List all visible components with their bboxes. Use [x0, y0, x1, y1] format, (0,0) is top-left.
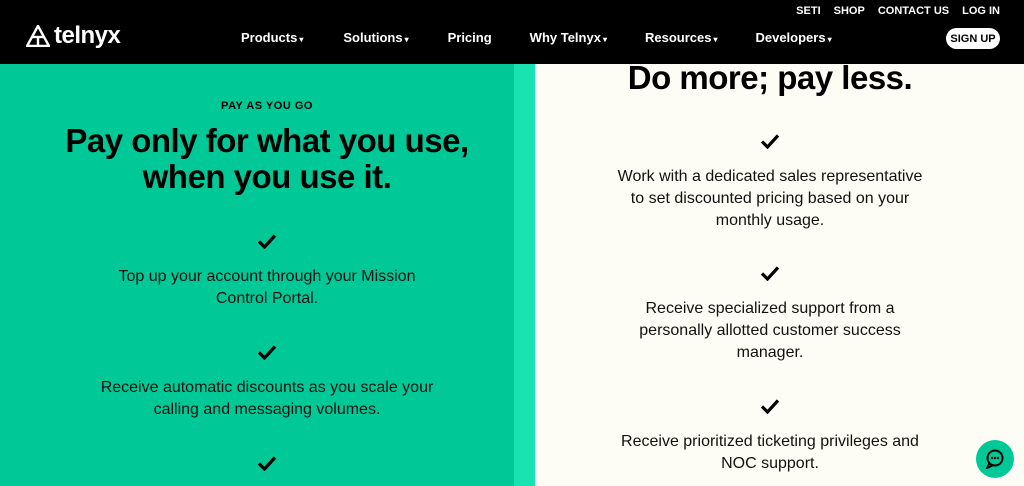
nav-solutions-label: Solutions: [343, 30, 403, 45]
chevron-down-icon: ▾: [713, 34, 718, 44]
util-link-contact-us[interactable]: CONTACT US: [878, 5, 949, 17]
left-feature-2-line-1: Receive automatic discounts as you scale…: [100, 379, 434, 396]
util-link-shop[interactable]: SHOP: [834, 5, 865, 17]
check-icon: [760, 399, 780, 414]
check-icon: [257, 456, 277, 471]
left-title-line-2: when you use it.: [142, 158, 392, 195]
left-title: Pay only for what you use, when you use …: [0, 123, 534, 195]
utility-nav: SETI SHOP CONTACT US LOG IN: [796, 5, 1000, 17]
left-title-line-1: Pay only for what you use,: [65, 122, 469, 159]
main-nav: Products ▾ Solutions ▾ Pricing Why Telny…: [241, 30, 832, 45]
telnyx-logo-icon: [26, 25, 50, 47]
site-header: telnyx SETI SHOP CONTACT US LOG IN Produ…: [0, 0, 1024, 64]
check-icon: [760, 266, 780, 281]
left-feature-1-line-1: Top up your account through your Mission: [118, 268, 416, 285]
chevron-down-icon: ▾: [602, 34, 607, 44]
chevron-down-icon: ▾: [299, 34, 304, 44]
check-icon: [257, 345, 277, 360]
left-feature-1: Top up your account through your Mission…: [80, 266, 454, 310]
sign-up-button[interactable]: SIGN UP: [946, 28, 1000, 49]
nav-products[interactable]: Products ▾: [241, 30, 303, 45]
chat-icon: [986, 449, 1004, 469]
right-feature-2-line-1: Receive specialized support from a: [645, 300, 895, 317]
right-feature-1-line-2: to set discounted pricing based on your: [630, 190, 910, 207]
util-link-seti[interactable]: SETI: [796, 5, 820, 17]
nav-pricing-label: Pricing: [447, 30, 492, 45]
nav-resources-label: Resources: [644, 30, 712, 45]
chat-button[interactable]: [976, 440, 1014, 478]
nav-products-label: Products: [241, 30, 298, 45]
nav-why-telnyx-label: Why Telnyx: [529, 30, 601, 45]
logo-text: telnyx: [54, 22, 121, 49]
right-feature-1: Work with a dedicated sales representati…: [585, 166, 955, 232]
right-feature-2-line-3: manager.: [736, 344, 804, 361]
eyebrow-label: PAY AS YOU GO: [221, 100, 313, 112]
right-feature-3-line-1: Receive prioritized ticketing privileges…: [621, 433, 919, 450]
right-feature-3-line-2: NOC support.: [721, 455, 819, 472]
right-feature-2: Receive specialized support from a perso…: [585, 298, 955, 364]
chevron-down-icon: ▾: [404, 34, 409, 44]
nav-developers-label: Developers: [755, 30, 826, 45]
nav-resources[interactable]: Resources ▾: [645, 30, 718, 45]
right-feature-1-line-1: Work with a dedicated sales representati…: [617, 168, 923, 185]
nav-pricing[interactable]: Pricing: [448, 30, 492, 45]
right-feature-2-line-2: personally allotted customer success: [639, 322, 901, 339]
util-link-log-in[interactable]: LOG IN: [962, 5, 1000, 17]
left-feature-1-line-2: Control Portal.: [215, 290, 319, 307]
right-feature-1-line-3: monthly usage.: [715, 212, 825, 229]
right-feature-3: Receive prioritized ticketing privileges…: [585, 431, 955, 475]
left-feature-2: Receive automatic discounts as you scale…: [70, 377, 464, 421]
chevron-down-icon: ▾: [827, 34, 832, 44]
nav-why-telnyx[interactable]: Why Telnyx ▾: [530, 30, 607, 45]
check-icon: [760, 134, 780, 149]
nav-developers[interactable]: Developers ▾: [755, 30, 831, 45]
telnyx-logo[interactable]: telnyx: [26, 22, 121, 49]
right-title: Do more; pay less.: [627, 59, 913, 96]
check-icon: [257, 234, 277, 249]
left-feature-2-line-2: calling and messaging volumes.: [153, 401, 381, 418]
nav-solutions[interactable]: Solutions ▾: [343, 30, 408, 45]
